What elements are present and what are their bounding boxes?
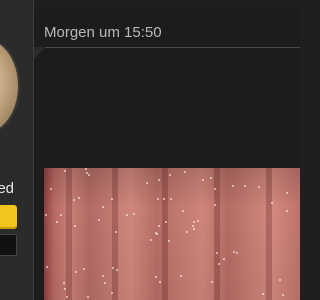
sparkle-dot (286, 192, 288, 194)
sparkle-dot (73, 199, 75, 201)
sparkle-dot (170, 198, 172, 200)
sparkle-dot (155, 232, 157, 234)
sparkle-dot (233, 251, 235, 253)
profile-sidebar: ed (0, 0, 34, 300)
secondary-action-button[interactable] (0, 234, 17, 256)
sparkle-dot (133, 213, 135, 215)
sparkle-dot (186, 231, 188, 233)
sparkle-dot (159, 281, 161, 283)
sparkle-dot (85, 168, 87, 170)
sparkle-dot (193, 221, 195, 223)
sparkle-dot (104, 282, 106, 284)
sparkle-dot (87, 296, 89, 298)
sparkle-dot (158, 225, 160, 227)
primary-action-button[interactable] (0, 205, 17, 229)
sparkle-dot (165, 221, 167, 223)
sparkle-dot (210, 177, 212, 179)
sparkle-dot (63, 282, 65, 284)
sparkle-dot (102, 206, 104, 208)
sparkle-dot (197, 220, 199, 222)
sparkle-dot (78, 197, 80, 199)
sparkle-dot (126, 214, 128, 216)
post-image[interactable] (44, 168, 300, 300)
header-divider (34, 47, 300, 48)
sparkle-dot (116, 269, 118, 271)
sparkle-dot (271, 202, 273, 204)
sparkle-dot (64, 170, 66, 172)
app-screen: ed Morgen um 15:50 (0, 0, 300, 300)
sparkle-dot (223, 258, 225, 260)
sparkle-dot (244, 185, 246, 187)
sparkle-dot (216, 252, 218, 254)
sparkle-dot (258, 186, 260, 188)
sparkle-dot (112, 267, 114, 269)
sparkle-dot (218, 263, 220, 265)
sparkle-dot (115, 231, 117, 233)
sparkle-dot (56, 221, 58, 223)
sparkle-dot (211, 281, 213, 283)
sparkle-dot (111, 198, 113, 200)
sparkle-dot (180, 275, 182, 277)
sparkle-dot (83, 268, 85, 270)
sparkle-dot (88, 174, 90, 176)
sparkle-dot (60, 214, 62, 216)
sparkle-dot (155, 276, 157, 278)
sparkle-dot (232, 185, 234, 187)
post-time-label: Morgen um 15:50 (44, 24, 162, 41)
sparkle-dot (66, 296, 68, 298)
sparkle-dot (192, 225, 194, 227)
sparkle-dot (169, 174, 171, 176)
sparkle-dot (163, 198, 165, 200)
sparkle-dot (150, 239, 152, 241)
image-shade (44, 168, 300, 300)
sparkle-dot (182, 210, 184, 212)
sparkle-dot (157, 198, 159, 200)
sparkle-dot (98, 219, 100, 221)
sparkle-dot (262, 293, 264, 295)
post-header: Morgen um 15:50 (34, 10, 300, 60)
post-panel: Morgen um 15:50 (34, 10, 300, 300)
sparkle-dot (111, 292, 113, 294)
sparkle-dot (86, 172, 88, 174)
sparkle-dot (64, 288, 66, 290)
sparkle-dot (214, 188, 216, 190)
sparkle-dot (158, 179, 160, 181)
sparkle-dot (286, 210, 288, 212)
sparkle-dot (75, 271, 77, 273)
sparkle-dot (168, 240, 170, 242)
profile-status-label: ed (0, 180, 14, 197)
sparkle-dot (193, 228, 195, 230)
sparkle-dot (146, 182, 148, 184)
sparkle-dot (45, 214, 47, 216)
sparkle-dot (214, 204, 216, 206)
sparkle-dot (279, 279, 281, 281)
sparkle-dot (74, 225, 76, 227)
avatar[interactable] (0, 40, 18, 132)
sparkle-dot (102, 275, 104, 277)
sparkle-dot (202, 179, 204, 181)
sparkle-dot (46, 266, 48, 268)
sparkle-dot (184, 171, 186, 173)
speech-notch (34, 47, 46, 59)
sparkle-dot (282, 294, 284, 296)
sparkle-dot (236, 252, 238, 254)
sparkle-dot (50, 188, 52, 190)
